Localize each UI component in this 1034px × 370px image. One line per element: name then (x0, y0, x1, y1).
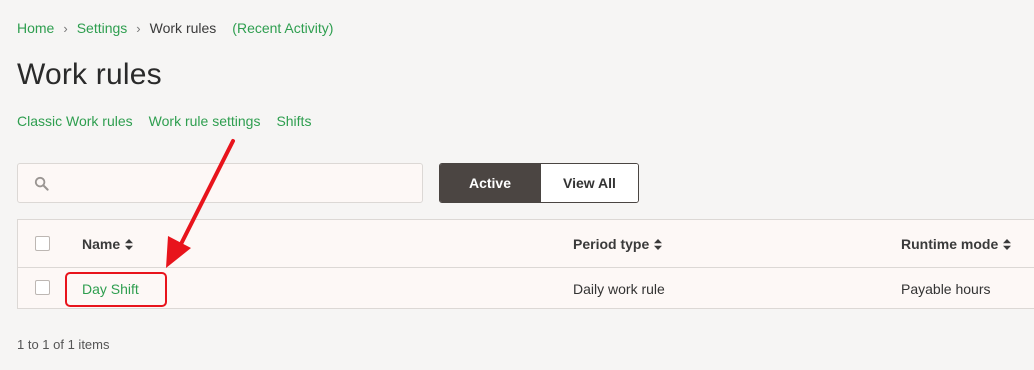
breadcrumb-separator-icon: › (63, 20, 68, 36)
sort-icon[interactable] (654, 238, 663, 250)
shifts-link[interactable]: Shifts (276, 113, 311, 129)
column-header-name-label: Name (82, 236, 121, 252)
search-box (17, 163, 423, 203)
column-header-name[interactable]: Name (82, 236, 134, 252)
column-header-period-type[interactable]: Period type (573, 236, 663, 252)
work-rule-name-cell: Day Shift (82, 281, 139, 297)
period-type-cell: Daily work rule (573, 281, 665, 297)
status-filter-toggle: Active View All (439, 163, 639, 203)
table-header-row: Name Period type Runtime mode (18, 220, 1034, 268)
search-icon (34, 176, 49, 191)
column-header-runtime-mode-label: Runtime mode (901, 236, 999, 252)
recent-activity-link[interactable]: (Recent Activity) (232, 20, 333, 36)
breadcrumb: Home › Settings › Work rules (Recent Act… (17, 20, 333, 36)
sort-icon[interactable] (1003, 238, 1012, 250)
column-header-runtime-mode[interactable]: Runtime mode (901, 236, 1012, 252)
classic-work-rules-link[interactable]: Classic Work rules (17, 113, 133, 129)
table-row: Day Shift Daily work rule Payable hours (18, 268, 1034, 309)
search-input[interactable] (59, 164, 422, 202)
runtime-mode-cell: Payable hours (901, 281, 991, 297)
sort-icon[interactable] (125, 238, 134, 250)
breadcrumb-settings-link[interactable]: Settings (77, 20, 128, 36)
row-checkbox[interactable] (35, 280, 50, 295)
work-rules-page: Home › Settings › Work rules (Recent Act… (0, 0, 1034, 370)
page-title: Work rules (17, 58, 162, 91)
subnav: Classic Work rules Work rule settings Sh… (17, 113, 311, 129)
column-header-period-type-label: Period type (573, 236, 650, 252)
view-all-filter-button[interactable]: View All (540, 164, 638, 202)
breadcrumb-separator-icon: › (136, 20, 141, 36)
work-rule-name-link[interactable]: Day Shift (82, 281, 139, 297)
pager-summary: 1 to 1 of 1 items (17, 337, 110, 352)
work-rule-settings-link[interactable]: Work rule settings (149, 113, 261, 129)
select-all-checkbox[interactable] (35, 236, 50, 251)
active-filter-button[interactable]: Active (440, 164, 540, 202)
breadcrumb-current: Work rules (149, 20, 217, 36)
breadcrumb-home-link[interactable]: Home (17, 20, 54, 36)
work-rules-table: Name Period type Runtime mode Day Shift … (17, 219, 1034, 309)
